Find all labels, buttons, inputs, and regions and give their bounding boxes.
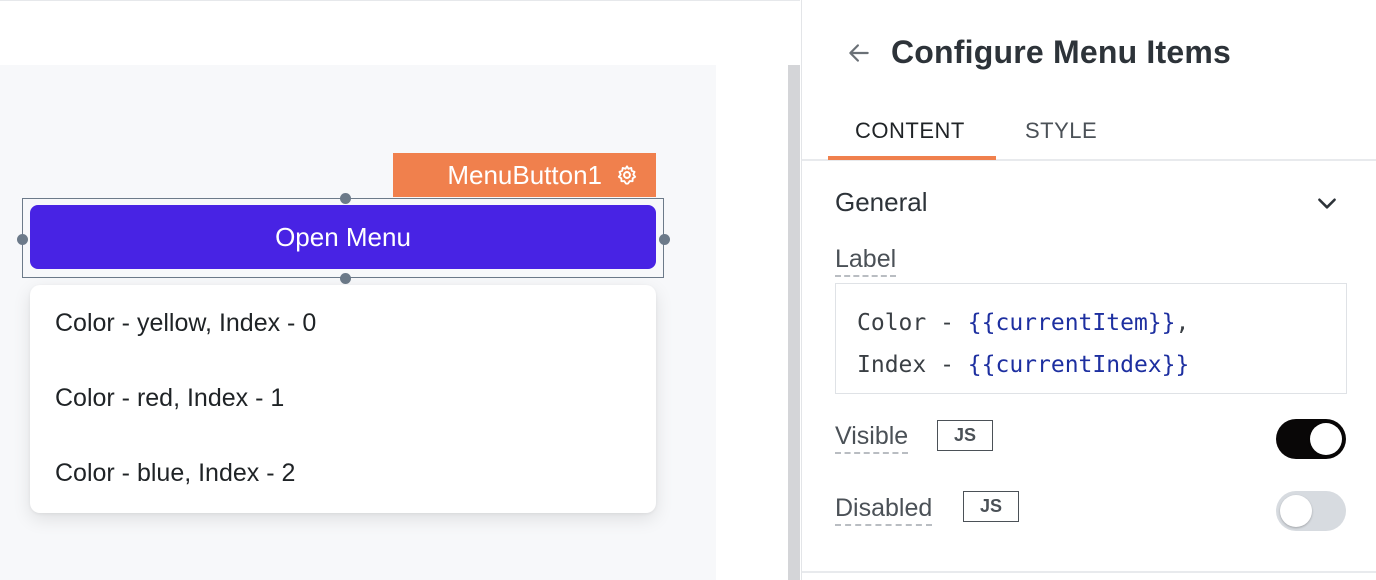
resize-handle-top[interactable]: [340, 193, 351, 204]
switch-knob: [1310, 423, 1342, 455]
code-text: Color -: [857, 310, 968, 336]
visible-field-label: Visible: [835, 422, 909, 454]
gear-icon[interactable]: [616, 164, 638, 186]
label-field-label: Label: [835, 245, 897, 277]
pane-header: Configure Menu Items: [802, 0, 1376, 100]
resize-handle-left[interactable]: [17, 234, 28, 245]
pane-tabs: CONTENT STYLE: [802, 100, 1376, 161]
active-tab-indicator: [828, 156, 996, 160]
menu-item[interactable]: Color - blue, Index - 2: [30, 436, 656, 511]
switch-knob: [1280, 495, 1312, 527]
canvas-top-border: [0, 0, 800, 1]
resize-handle-right[interactable]: [659, 234, 670, 245]
code-line-2: Index - {{currentIndex}}: [857, 344, 1346, 386]
code-text: ,: [1175, 310, 1190, 336]
property-pane: Configure Menu Items CONTENT STYLE Gener…: [801, 0, 1376, 580]
menu-item[interactable]: Color - yellow, Index - 0: [30, 285, 656, 361]
disabled-field-label: Disabled: [835, 494, 933, 526]
open-menu-button[interactable]: Open Menu: [30, 205, 656, 269]
disabled-js-toggle[interactable]: JS: [963, 491, 1019, 522]
disabled-switch[interactable]: [1276, 491, 1346, 531]
code-binding: {{currentItem}}: [967, 310, 1176, 336]
code-text: Index -: [857, 352, 968, 378]
chevron-down-icon[interactable]: [1314, 190, 1340, 216]
section-title-general: General: [835, 187, 928, 217]
resize-handle-bottom[interactable]: [340, 273, 351, 284]
label-code-editor[interactable]: Color - {{currentItem}}, Index - {{curre…: [835, 283, 1347, 394]
visible-switch[interactable]: [1276, 419, 1346, 459]
visible-js-toggle[interactable]: JS: [937, 420, 993, 451]
code-binding: {{currentIndex}}: [967, 352, 1190, 378]
menu-item[interactable]: Color - red, Index - 1: [30, 361, 656, 436]
section-divider: [802, 571, 1376, 573]
widget-name-label: MenuButton1: [447, 159, 602, 190]
code-line-1: Color - {{currentItem}},: [857, 302, 1346, 344]
arrow-left-icon[interactable]: [846, 40, 872, 66]
menu-dropdown: Color - yellow, Index - 0 Color - red, I…: [30, 285, 656, 513]
tab-content[interactable]: CONTENT: [855, 118, 965, 144]
widget-name-tag[interactable]: MenuButton1: [393, 153, 656, 197]
tab-style[interactable]: STYLE: [1025, 118, 1097, 144]
canvas-scrollbar[interactable]: [788, 65, 800, 580]
pane-title: Configure Menu Items: [891, 34, 1232, 70]
